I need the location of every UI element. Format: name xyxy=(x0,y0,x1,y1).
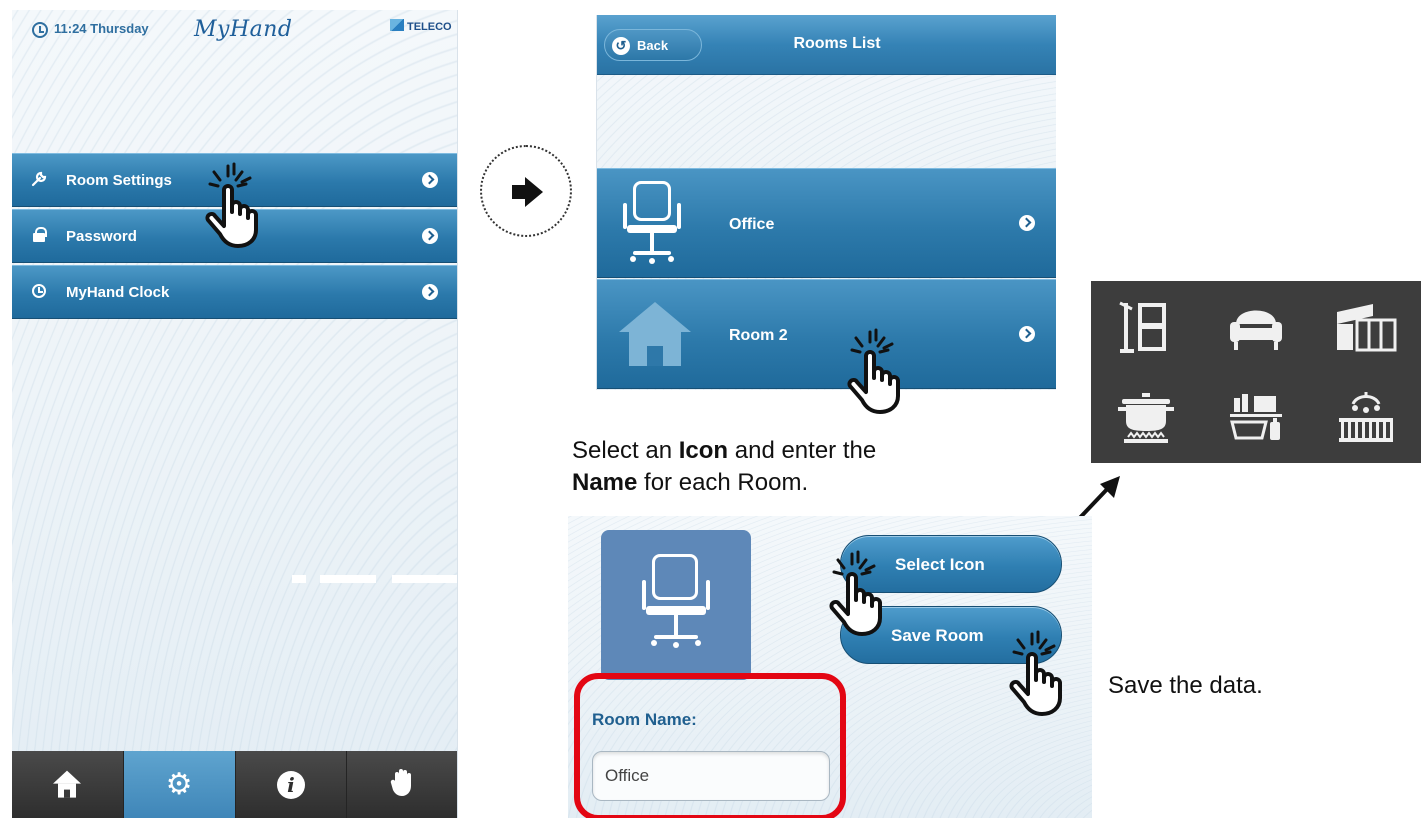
vendor-logo: TELECO xyxy=(390,19,452,33)
highlight-frame xyxy=(574,673,846,818)
tab-home[interactable] xyxy=(12,751,124,818)
clock-icon xyxy=(30,282,48,300)
hand-icon xyxy=(390,767,416,803)
tab-hand[interactable] xyxy=(347,751,457,818)
house-icon xyxy=(619,302,691,366)
vendor-mark-icon xyxy=(390,19,404,31)
icon-option-bathroom[interactable] xyxy=(1201,372,1311,463)
menu-item-label: Password xyxy=(66,228,137,245)
room-icon-preview xyxy=(601,530,751,680)
tap-hand-icon xyxy=(847,328,900,414)
status-time: 11:24 Thursday xyxy=(54,21,149,36)
settings-screen: 11:24 Thursday MyHand TELECO Room Settin… xyxy=(12,10,458,818)
save-room-label: Save Room xyxy=(891,626,984,645)
kitchen-icon xyxy=(1119,301,1166,353)
room-label: Room 2 xyxy=(729,327,788,344)
gear-icon: ⚙ xyxy=(165,767,193,801)
home-icon xyxy=(53,770,82,800)
armchair-icon xyxy=(1230,310,1282,350)
wrench-icon xyxy=(30,170,48,188)
office-chair-icon xyxy=(619,181,689,269)
next-step-arrow-icon xyxy=(480,145,572,237)
icon-picker-panel xyxy=(1091,281,1421,463)
menu-item-myhand-clock[interactable]: MyHand Clock xyxy=(12,265,457,319)
tab-settings[interactable]: ⚙ xyxy=(123,751,236,818)
office-chair-icon xyxy=(636,554,716,654)
room-label: Office xyxy=(729,216,775,233)
caption-text: and enter the xyxy=(728,437,877,464)
clock-icon xyxy=(32,22,48,38)
lock-icon xyxy=(30,226,48,244)
room-row-office[interactable]: Office xyxy=(597,168,1056,278)
tap-hand-icon xyxy=(205,162,258,248)
icon-option-cooking[interactable] xyxy=(1091,372,1201,463)
chevron-right-icon xyxy=(422,172,438,188)
page-title: Rooms List xyxy=(793,35,881,52)
status-bar: 11:24 Thursday MyHand TELECO xyxy=(12,10,457,54)
save-caption: Save the data. xyxy=(1108,672,1263,699)
chevron-right-icon xyxy=(1019,326,1035,342)
caption-text: for each Room. xyxy=(637,469,809,496)
caption-text: Select an xyxy=(572,437,679,464)
cooking-pot-icon xyxy=(1118,392,1174,443)
tap-hand-icon xyxy=(829,550,882,636)
info-icon: i xyxy=(276,770,305,799)
vendor-name: TELECO xyxy=(407,21,452,33)
decor-bar xyxy=(320,575,376,583)
icon-option-garden[interactable] xyxy=(1311,281,1421,372)
icon-option-living-room[interactable] xyxy=(1201,281,1311,372)
chevron-right-icon xyxy=(422,284,438,300)
greenhouse-icon xyxy=(1337,303,1397,351)
decor-bar xyxy=(392,575,457,583)
brand-logo: MyHand xyxy=(194,17,293,42)
caption-emphasis: Icon xyxy=(678,437,729,464)
tab-bar: ⚙ i xyxy=(12,751,457,818)
tab-info[interactable]: i xyxy=(235,751,348,818)
select-icon-label: Select Icon xyxy=(895,555,985,574)
chevron-right-icon xyxy=(1019,215,1035,231)
rooms-list-screen: Back Rooms List Office Room 2 xyxy=(596,15,1056,390)
decor-bar xyxy=(292,575,306,583)
icon-option-kitchen[interactable] xyxy=(1091,281,1201,372)
tap-hand-icon xyxy=(1009,630,1062,716)
icon-option-nursery[interactable] xyxy=(1311,372,1421,463)
rooms-list-header: Back Rooms List xyxy=(597,15,1056,75)
menu-item-label: MyHand Clock xyxy=(66,284,170,301)
room-row-room-2[interactable]: Room 2 xyxy=(597,279,1056,389)
menu-item-label: Room Settings xyxy=(66,172,172,189)
instruction-caption: Select an Icon and enter the Name for eac… xyxy=(572,435,1052,499)
chevron-right-icon xyxy=(422,228,438,244)
caption-emphasis: Name xyxy=(572,469,638,496)
crib-icon xyxy=(1339,391,1393,442)
bathroom-icon xyxy=(1230,393,1282,440)
